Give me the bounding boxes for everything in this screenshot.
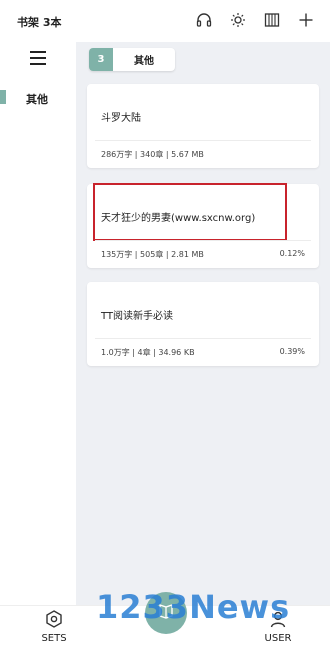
book-title: 斗罗大陆 xyxy=(101,113,141,124)
header-actions xyxy=(194,10,316,30)
book-card[interactable]: 斗罗大陆 286万字 | 340章 | 5.67 MB xyxy=(87,84,319,168)
group-tab-label: 其他 xyxy=(134,56,154,67)
group-tab-other[interactable]: 3 其他 xyxy=(89,48,175,71)
book-title: 天才狂少的男妻(www.sxcnw.org) xyxy=(101,213,256,224)
card-divider xyxy=(95,338,311,339)
book-title: TT阅读新手必读 xyxy=(101,311,174,322)
selected-indicator xyxy=(0,90,6,104)
add-icon[interactable] xyxy=(296,10,316,30)
nav-sets-label: SETS xyxy=(41,633,67,644)
book-meta: 135万字 | 505章 | 2.81 MB xyxy=(101,250,204,259)
category-sidebar: 其他 xyxy=(0,42,76,605)
book-progress: 0.12% xyxy=(279,249,305,258)
top-bar: 书架 3本 xyxy=(0,0,330,42)
bookshelf-content: 3 其他 斗罗大陆 286万字 | 340章 | 5.67 MB 天才狂少的男妻… xyxy=(76,42,330,605)
sidebar-item-label: 其他 xyxy=(26,93,48,106)
book-meta: 1.0万字 | 4章 | 34.96 KB xyxy=(101,348,195,357)
card-divider xyxy=(95,240,311,241)
nav-sets[interactable]: SETS xyxy=(36,610,72,644)
card-divider xyxy=(95,140,311,141)
watermark-logo: 1233News xyxy=(96,588,291,626)
book-progress: 0.39% xyxy=(279,347,305,356)
settings-icon xyxy=(45,610,63,632)
menu-icon[interactable] xyxy=(30,50,48,66)
book-card[interactable]: 天才狂少的男妻(www.sxcnw.org) 135万字 | 505章 | 2.… xyxy=(87,183,319,268)
book-card[interactable]: TT阅读新手必读 1.0万字 | 4章 | 34.96 KB 0.39% xyxy=(87,282,319,366)
brightness-icon[interactable] xyxy=(228,10,248,30)
grid-icon[interactable] xyxy=(262,10,282,30)
book-meta: 286万字 | 340章 | 5.67 MB xyxy=(101,150,204,159)
group-count-badge: 3 xyxy=(89,48,113,71)
headphones-icon[interactable] xyxy=(194,10,214,30)
sidebar-item-other[interactable]: 其他 xyxy=(0,88,76,110)
nav-user-label: USER xyxy=(264,633,292,644)
bookshelf-title: 书架 3本 xyxy=(17,16,62,29)
